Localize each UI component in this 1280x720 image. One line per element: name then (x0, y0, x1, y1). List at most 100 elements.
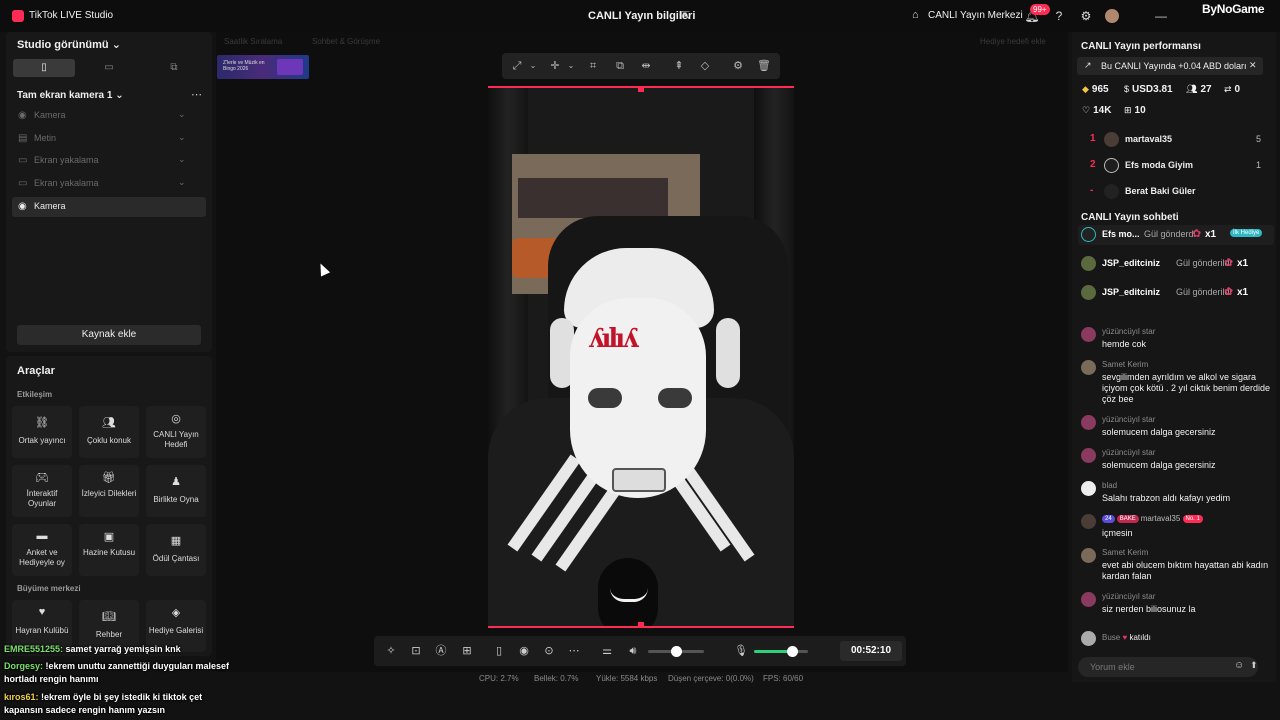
more-icon[interactable]: ⋯ (567, 644, 581, 658)
tiktok-icon[interactable] (899, 697, 915, 713)
chevron-down-icon[interactable]: ⌄ (526, 59, 540, 73)
mic-slider[interactable] (754, 650, 808, 653)
taskbar-search[interactable]: ⚲ Ara (364, 694, 510, 716)
volume-icon[interactable]: 🔊︎ (1211, 698, 1217, 709)
windows-start-icon[interactable] (338, 697, 354, 713)
tool-live-goal[interactable]: ◎ CANLI Yayın Hedefi (146, 406, 206, 458)
comment-input[interactable]: Yorum ekle ☺ ⬆ (1078, 657, 1258, 677)
tool-interactive-games[interactable]: 🎮︎ İnteraktif Oyunlar (12, 465, 72, 517)
edge-icon[interactable] (606, 697, 622, 713)
chevron-down-icon[interactable]: ⌄ (564, 59, 578, 73)
tool-play-together[interactable]: ♟ Birlikte Oyna (146, 465, 206, 517)
chevron-up-icon[interactable]: ⌃ (1155, 698, 1163, 709)
gifter-score: 5 (1256, 134, 1262, 144)
tool-multi-guest[interactable]: 👥︎ Çoklu konuk (79, 406, 139, 458)
camera-effect-icon[interactable]: ⊙ (542, 644, 556, 658)
tool-poll[interactable]: ▬ Anket ve Hediyeyle oy (12, 524, 72, 576)
add-source-button[interactable]: Kaynak ekle (17, 325, 201, 345)
eye-off-icon[interactable]: ⌄ (178, 109, 186, 120)
close-icon[interactable]: ✕ (1249, 60, 1257, 71)
source-row[interactable]: ▭ Ekran yakalama ⌄ (12, 174, 206, 194)
eye-off-icon[interactable]: ⌄ (178, 154, 186, 165)
minimize-button[interactable]: — (1151, 6, 1171, 26)
discord-icon[interactable] (664, 697, 680, 713)
top-gifter-row[interactable]: 2 Efs moda Giyim 1 (1072, 155, 1276, 177)
source-label: Metin (34, 133, 57, 143)
landscape-toggle[interactable]: ▭ (78, 59, 140, 77)
effects-icon[interactable]: ✧ (384, 644, 398, 658)
obs-icon[interactable] (812, 697, 828, 713)
eye-off-icon[interactable]: ⌄ (178, 177, 186, 188)
event-banner[interactable]: Z'lerle ve Müzik en Bingo 2026 (217, 55, 309, 79)
gift-sender: Efs mo... (1102, 229, 1140, 239)
mixer-icon[interactable]: ⚌ (600, 644, 614, 658)
send-icon[interactable]: ⬆ (1250, 660, 1258, 671)
taskbar-clock[interactable]: 02:27 7.08.2026 (1222, 694, 1270, 714)
hourly-ranking-widget: Saatlik Sıralama (224, 37, 283, 46)
trash-icon[interactable]: 🗑︎ (757, 59, 771, 73)
layers-icon[interactable]: ◇ (698, 59, 712, 73)
tool-reward-bag[interactable]: ▦ Ödül Çantası (146, 524, 206, 576)
wifi-icon[interactable]: ≋ (1194, 698, 1202, 709)
move-up-icon[interactable]: ⇞ (672, 59, 686, 73)
help-icon[interactable]: ? (1051, 8, 1067, 24)
tool-viewer-wishes[interactable]: 🎁︎ İzleyici Dilekleri (79, 465, 139, 517)
scene-selector[interactable]: Tam ekran kamera 1 ⌄ (17, 90, 124, 101)
microphone-icon[interactable]: 🎙︎ (1175, 698, 1188, 709)
app-icon[interactable] (783, 697, 799, 713)
avatar[interactable] (1105, 9, 1119, 23)
dual-toggle[interactable]: ⧉ (143, 59, 205, 77)
duplicate-icon[interactable]: ⧉ (613, 59, 627, 73)
record-icon[interactable]: ◉ (517, 644, 531, 658)
phone-icon[interactable]: ▯ (492, 644, 506, 658)
volume-knob[interactable] (671, 646, 682, 657)
camera-preview[interactable]: ʎılıʎ (488, 86, 794, 628)
source-row-active[interactable]: ◉ Kamera (12, 197, 206, 217)
avatar (1081, 360, 1096, 375)
steam-icon[interactable] (841, 697, 857, 713)
settings-icon[interactable]: ⚙ (731, 59, 745, 73)
watermark-logo: ByNoGame (1202, 2, 1265, 16)
gift-sender: JSP_editciniz (1102, 287, 1161, 297)
source-row[interactable]: ▤ Metin ⌄ (12, 129, 206, 149)
resize-handle[interactable] (638, 88, 644, 92)
browser-icon[interactable] (754, 697, 770, 713)
top-gifter-row[interactable]: 1 martaval35 5 (1072, 129, 1276, 151)
screen-share-icon[interactable]: ⊞ (460, 644, 474, 658)
resize-handle[interactable] (638, 622, 644, 626)
ai-icon[interactable]: Ⓐ (434, 644, 448, 658)
source-row[interactable]: ◉ Kamera ⌄ (12, 106, 206, 126)
tool-co-host[interactable]: ⛓ Ortak yayıncı (12, 406, 72, 458)
source-row[interactable]: ▭ Ekran yakalama ⌄ (12, 151, 206, 171)
stream-info-button[interactable]: CANLI Yayın bilgileri (588, 10, 695, 22)
memory-stat: Bellek: 0.7% (534, 674, 579, 683)
eye-off-icon[interactable]: ⌄ (178, 132, 186, 143)
opera-icon[interactable] (636, 697, 652, 713)
portrait-toggle[interactable]: ▯ (13, 59, 75, 77)
earnings-text: Bu CANLI Yayında +0.04 ABD doları (1101, 61, 1247, 71)
store-icon[interactable] (724, 697, 740, 713)
live-center-button[interactable]: CANLI Yayın Merkezi (928, 10, 1023, 21)
tool-treasure-box[interactable]: ▣ Hazine Kutusu (79, 524, 139, 576)
chrome-icon[interactable] (518, 697, 534, 713)
mic-knob[interactable] (786, 646, 798, 657)
more-icon[interactable]: ⋯ (191, 88, 202, 101)
file-explorer-icon[interactable] (547, 697, 563, 713)
top-gifter-row[interactable]: - Berat Baki Güler (1072, 181, 1276, 199)
speaker-icon[interactable]: 🔊︎ (626, 644, 640, 658)
microphone-icon[interactable]: 🎙︎ (734, 644, 748, 658)
youtube-icon[interactable] (870, 697, 886, 713)
crop-icon[interactable]: ⌗ (586, 59, 600, 73)
mail-icon[interactable] (694, 697, 710, 713)
emoji-icon[interactable]: ☺ (1234, 660, 1244, 671)
align-icon[interactable]: ✛ (548, 59, 562, 73)
share-icon[interactable]: ⇱ (681, 9, 693, 22)
capture-icon[interactable]: ⊡ (409, 644, 423, 658)
preview-canvas[interactable]: Saatlik Sıralama Sohbet & Görüşme Hediye… (216, 32, 1068, 672)
background-bed (518, 178, 668, 218)
fit-icon[interactable]: ⤢ (510, 59, 524, 73)
gear-icon[interactable]: ⚙ (1078, 8, 1094, 24)
photos-icon[interactable] (928, 697, 944, 713)
studio-view-title[interactable]: Studio görünümü ⌄ (17, 38, 121, 51)
flip-icon[interactable]: ⇹ (639, 59, 653, 73)
